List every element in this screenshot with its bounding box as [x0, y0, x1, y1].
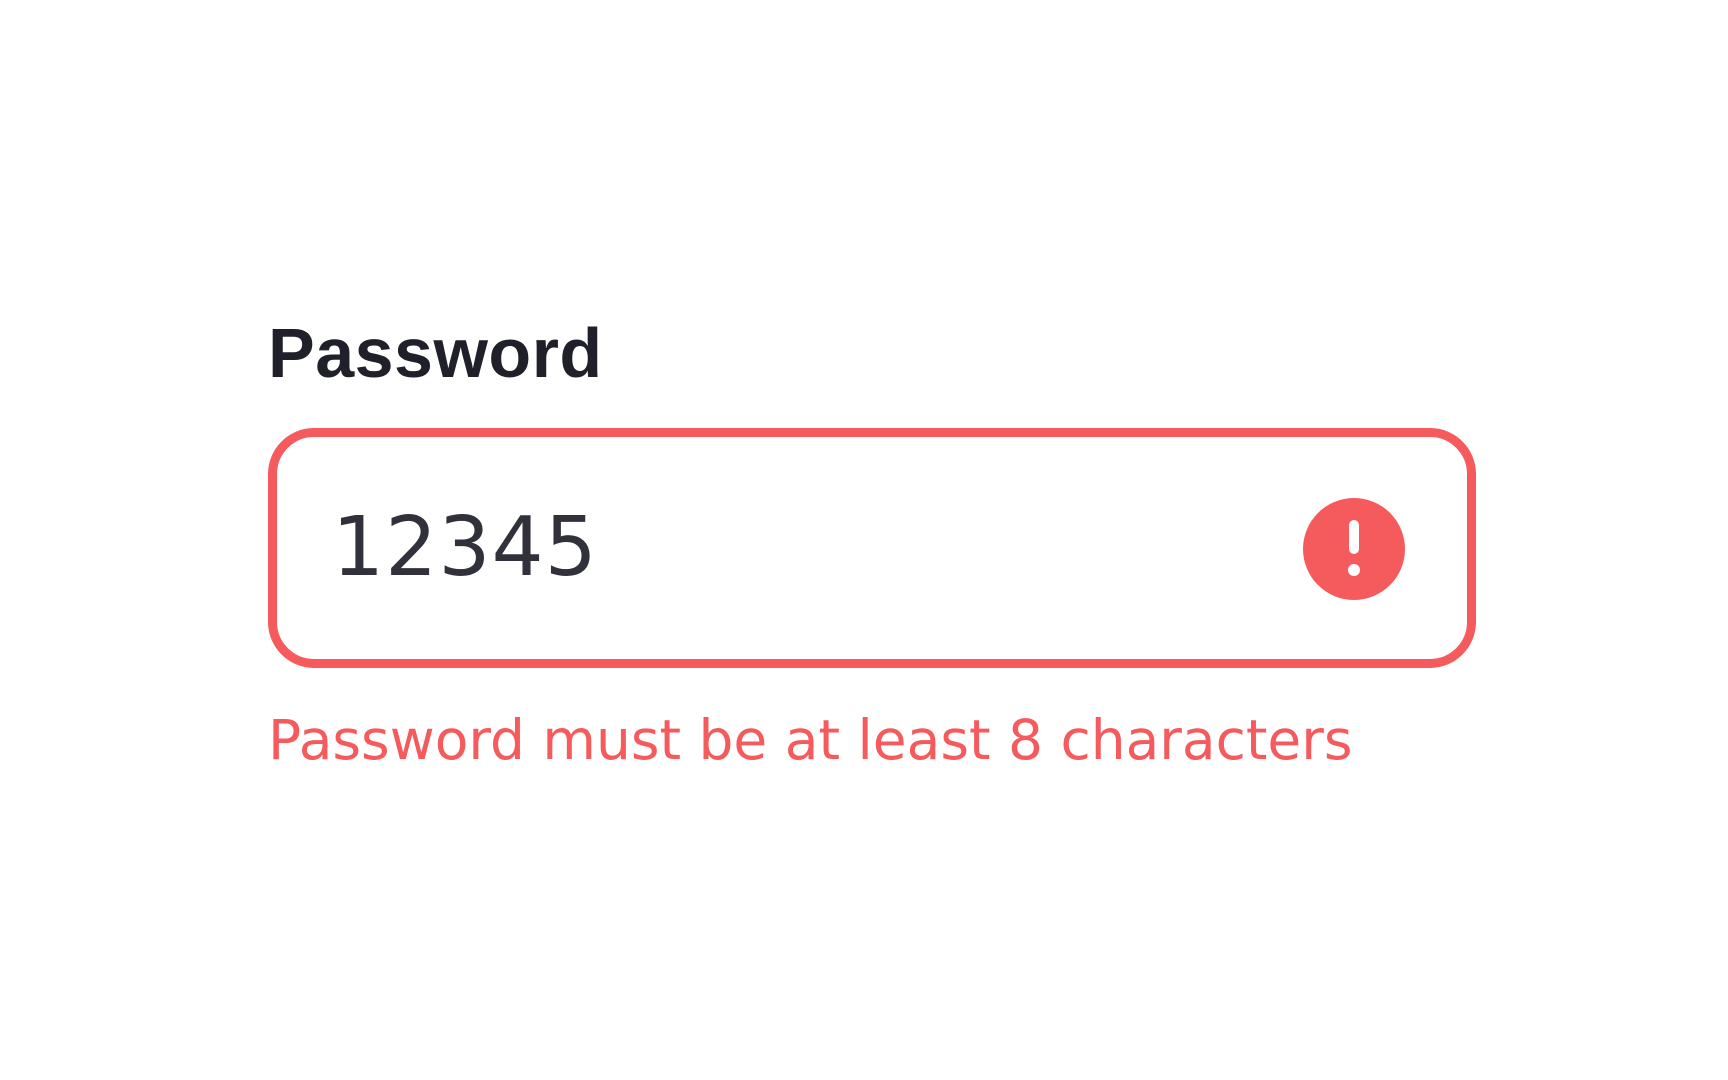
- error-message: Password must be at least 8 characters: [268, 708, 1353, 772]
- password-field-group: Password 12345 Password must be at least…: [268, 300, 1476, 770]
- password-input-value[interactable]: 12345: [332, 437, 598, 659]
- alert-icon-dot: [1348, 564, 1360, 576]
- password-input[interactable]: 12345: [268, 428, 1476, 668]
- password-label: Password: [268, 314, 603, 392]
- alert-icon-bar: [1349, 520, 1359, 554]
- alert-circle-icon: [1303, 498, 1405, 600]
